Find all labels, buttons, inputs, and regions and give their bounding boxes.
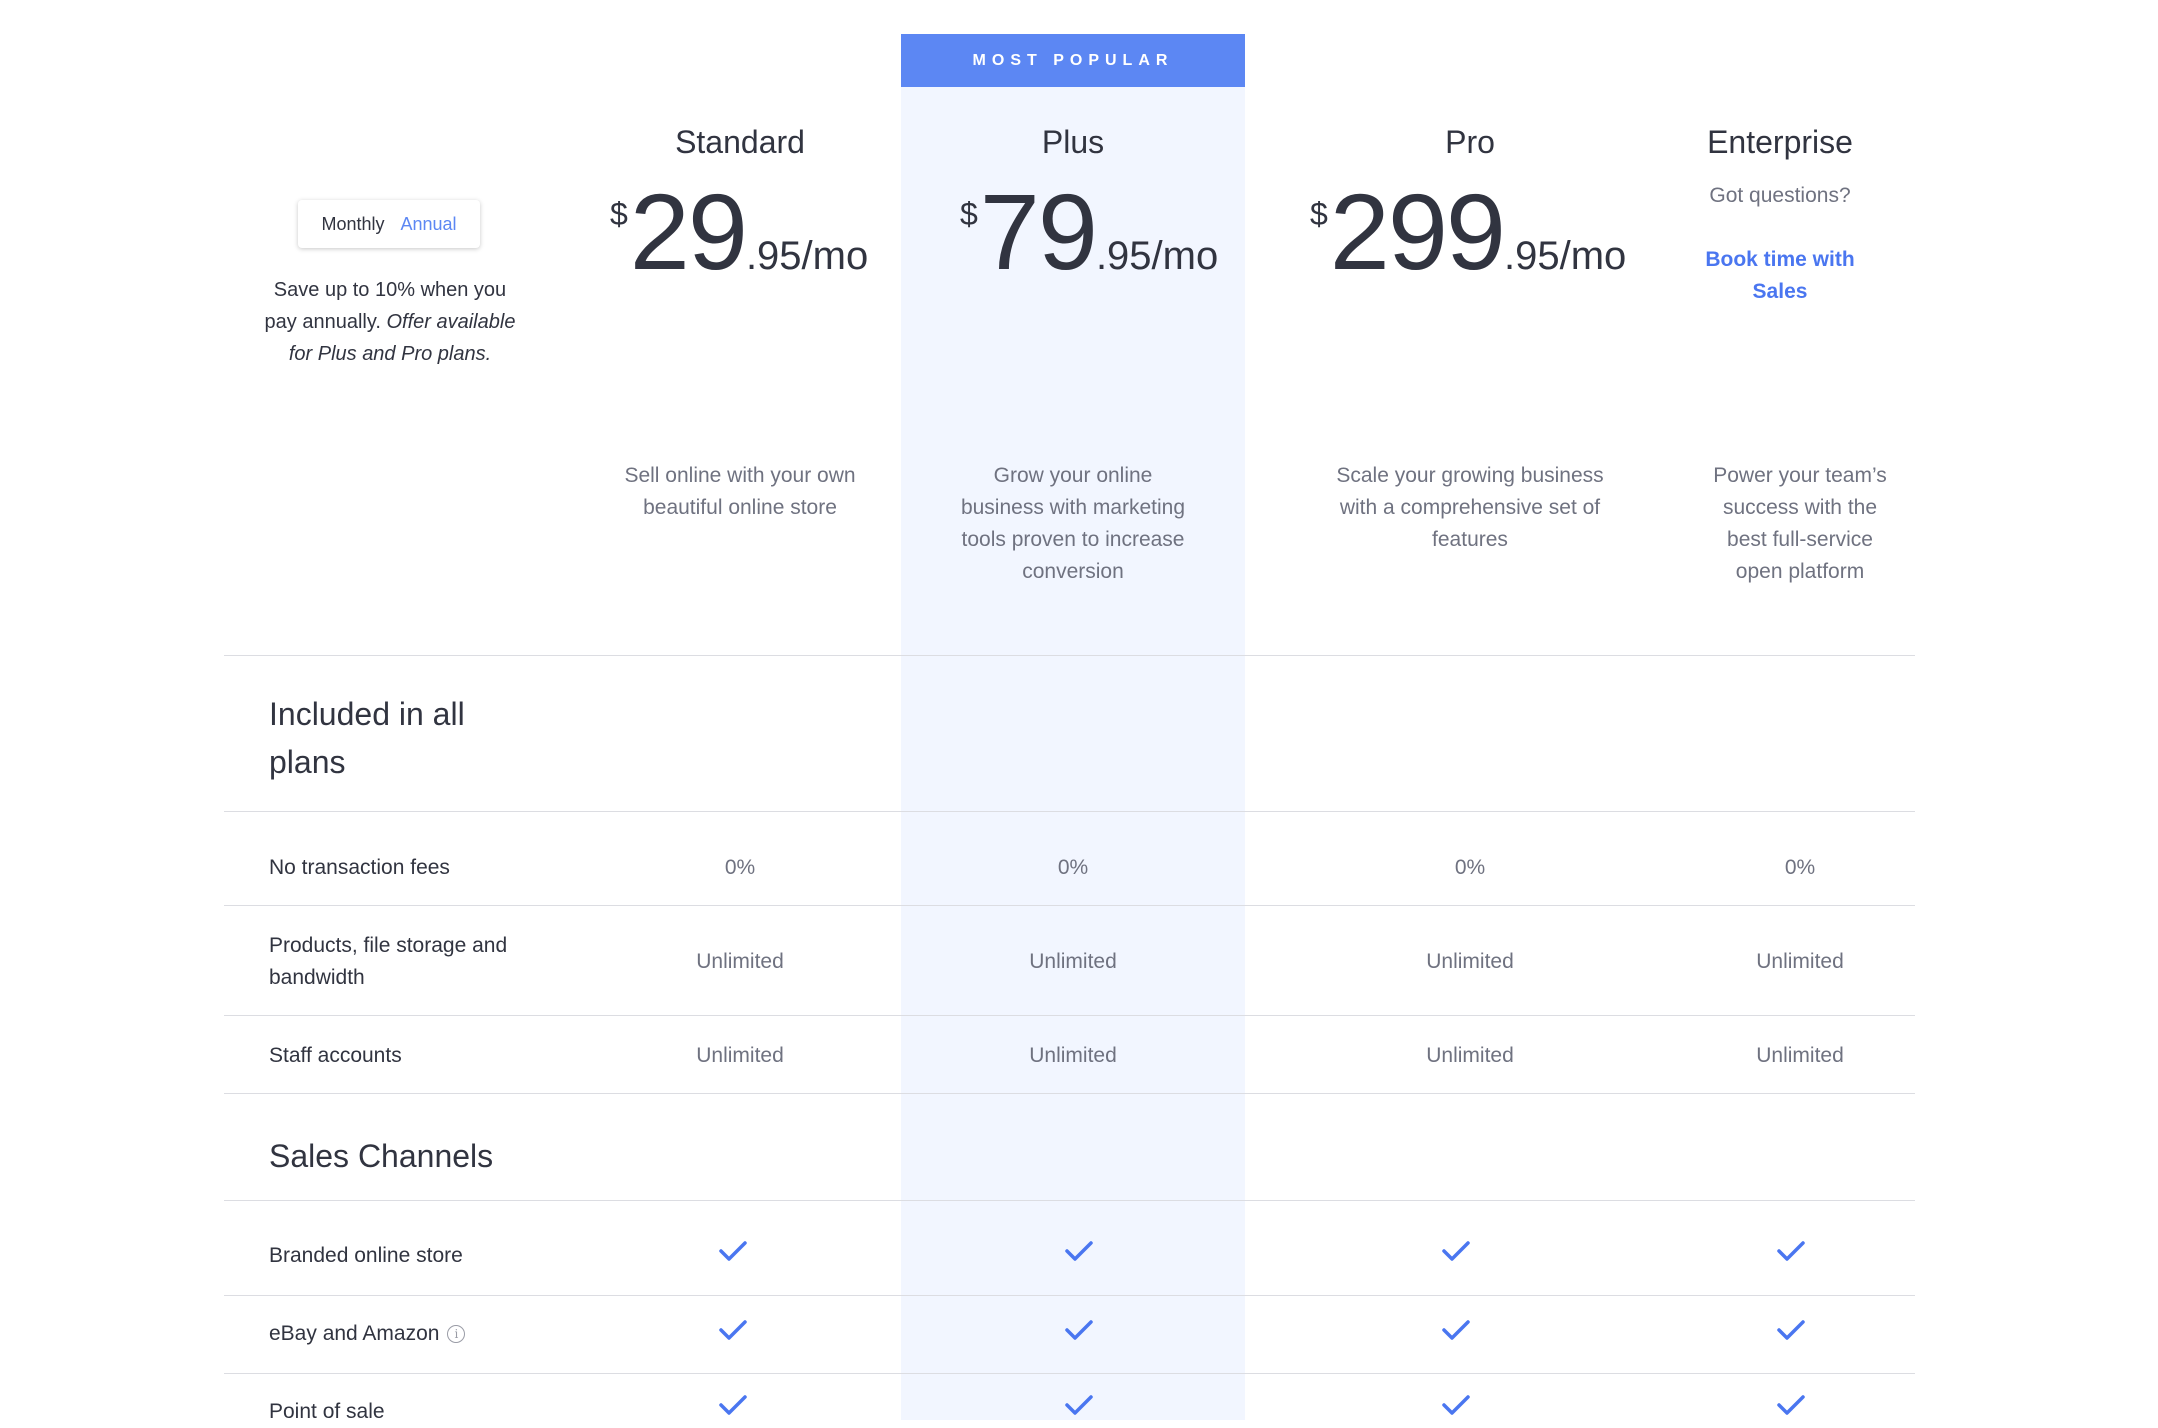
divider [224, 1093, 1915, 1094]
info-circle-icon[interactable]: i [447, 1325, 466, 1343]
cell-value: Unlimited [1426, 1044, 1514, 1067]
plan-name-plus: Plus [1041, 124, 1105, 160]
check-icon [1065, 1320, 1093, 1340]
check-icon [1065, 1395, 1093, 1415]
most-popular-badge: MOST POPULAR [901, 34, 1245, 87]
price-standard: $ 29 .95/mo [610, 178, 868, 298]
cell-value: Unlimited [1756, 950, 1844, 973]
plan-name-pro: Pro [1445, 124, 1495, 160]
section-title-included: Included in all plans [269, 696, 465, 780]
plan-description-pro: Scale your growing business with a compr… [1336, 464, 1604, 551]
row-label-transaction-fees: No transaction fees [269, 856, 450, 879]
plan-description-plus: Grow your online business with marketing… [960, 464, 1186, 583]
cell-value: 0% [1057, 856, 1089, 879]
row-label-ebay-amazon: eBay and Amazon i [269, 1318, 466, 1350]
price-plus: $ 79 .95/mo [960, 178, 1218, 298]
price-pro: $ 299 .95/mo [1310, 178, 1626, 298]
row-label-products-storage: Products, file storage and bandwidth [269, 934, 508, 989]
plan-description-standard: Sell online with your own beautiful onli… [624, 464, 856, 519]
cell-value: Unlimited [1426, 950, 1514, 973]
check-icon [719, 1320, 747, 1340]
cell-value: 0% [724, 856, 756, 879]
check-icon [1065, 1241, 1093, 1261]
cell-value: Unlimited [696, 1044, 784, 1067]
cell-value: Unlimited [696, 950, 784, 973]
row-label-point-of-sale: Point of sale [269, 1400, 385, 1423]
divider [224, 1015, 1915, 1016]
price-amount: 29 [629, 171, 748, 292]
price-cents: .95/mo [1095, 234, 1219, 278]
billing-toggle[interactable]: Monthly Annual [298, 200, 480, 248]
currency-symbol: $ [960, 196, 978, 232]
cell-value: 0% [1784, 856, 1816, 879]
price-amount: 299 [1329, 171, 1506, 292]
check-icon [719, 1241, 747, 1261]
check-icon [1777, 1395, 1805, 1415]
row-label-text: eBay and Amazon [269, 1322, 440, 1345]
row-label-staff-accounts: Staff accounts [269, 1044, 402, 1067]
check-icon [1442, 1395, 1470, 1415]
price-amount: 79 [979, 171, 1098, 292]
row-label-branded-online-store: Branded online store [269, 1244, 463, 1267]
cell-value: Unlimited [1029, 950, 1117, 973]
divider [224, 811, 1915, 812]
plan-name-standard: Standard [675, 124, 805, 160]
divider [224, 1295, 1915, 1296]
cell-value: Unlimited [1756, 1044, 1844, 1067]
check-icon [1777, 1241, 1805, 1261]
divider [224, 905, 1915, 906]
toggle-annual[interactable]: Annual [400, 214, 456, 235]
divider [224, 1373, 1915, 1374]
check-icon [719, 1395, 747, 1415]
currency-symbol: $ [1310, 196, 1328, 232]
annual-savings-note: Save up to 10% when you pay annually. Of… [262, 274, 518, 370]
book-time-with-sales-link[interactable]: Book time with Sales [1680, 244, 1880, 308]
price-cents: .95/mo [1504, 234, 1627, 278]
currency-symbol: $ [610, 196, 628, 232]
check-icon [1777, 1320, 1805, 1340]
toggle-monthly[interactable]: Monthly [321, 214, 384, 235]
cell-value: 0% [1454, 856, 1486, 879]
check-icon [1442, 1241, 1470, 1261]
plan-description-enterprise: Power your team’s success with the best … [1713, 464, 1887, 583]
enterprise-question: Got questions? [1709, 184, 1851, 207]
divider [224, 655, 1915, 656]
cell-value: Unlimited [1029, 1044, 1117, 1067]
plan-name-enterprise: Enterprise [1707, 124, 1853, 160]
section-title-sales-channels: Sales Channels [269, 1138, 494, 1174]
divider [224, 1200, 1915, 1201]
check-icon [1442, 1320, 1470, 1340]
price-cents: .95/mo [745, 234, 869, 278]
